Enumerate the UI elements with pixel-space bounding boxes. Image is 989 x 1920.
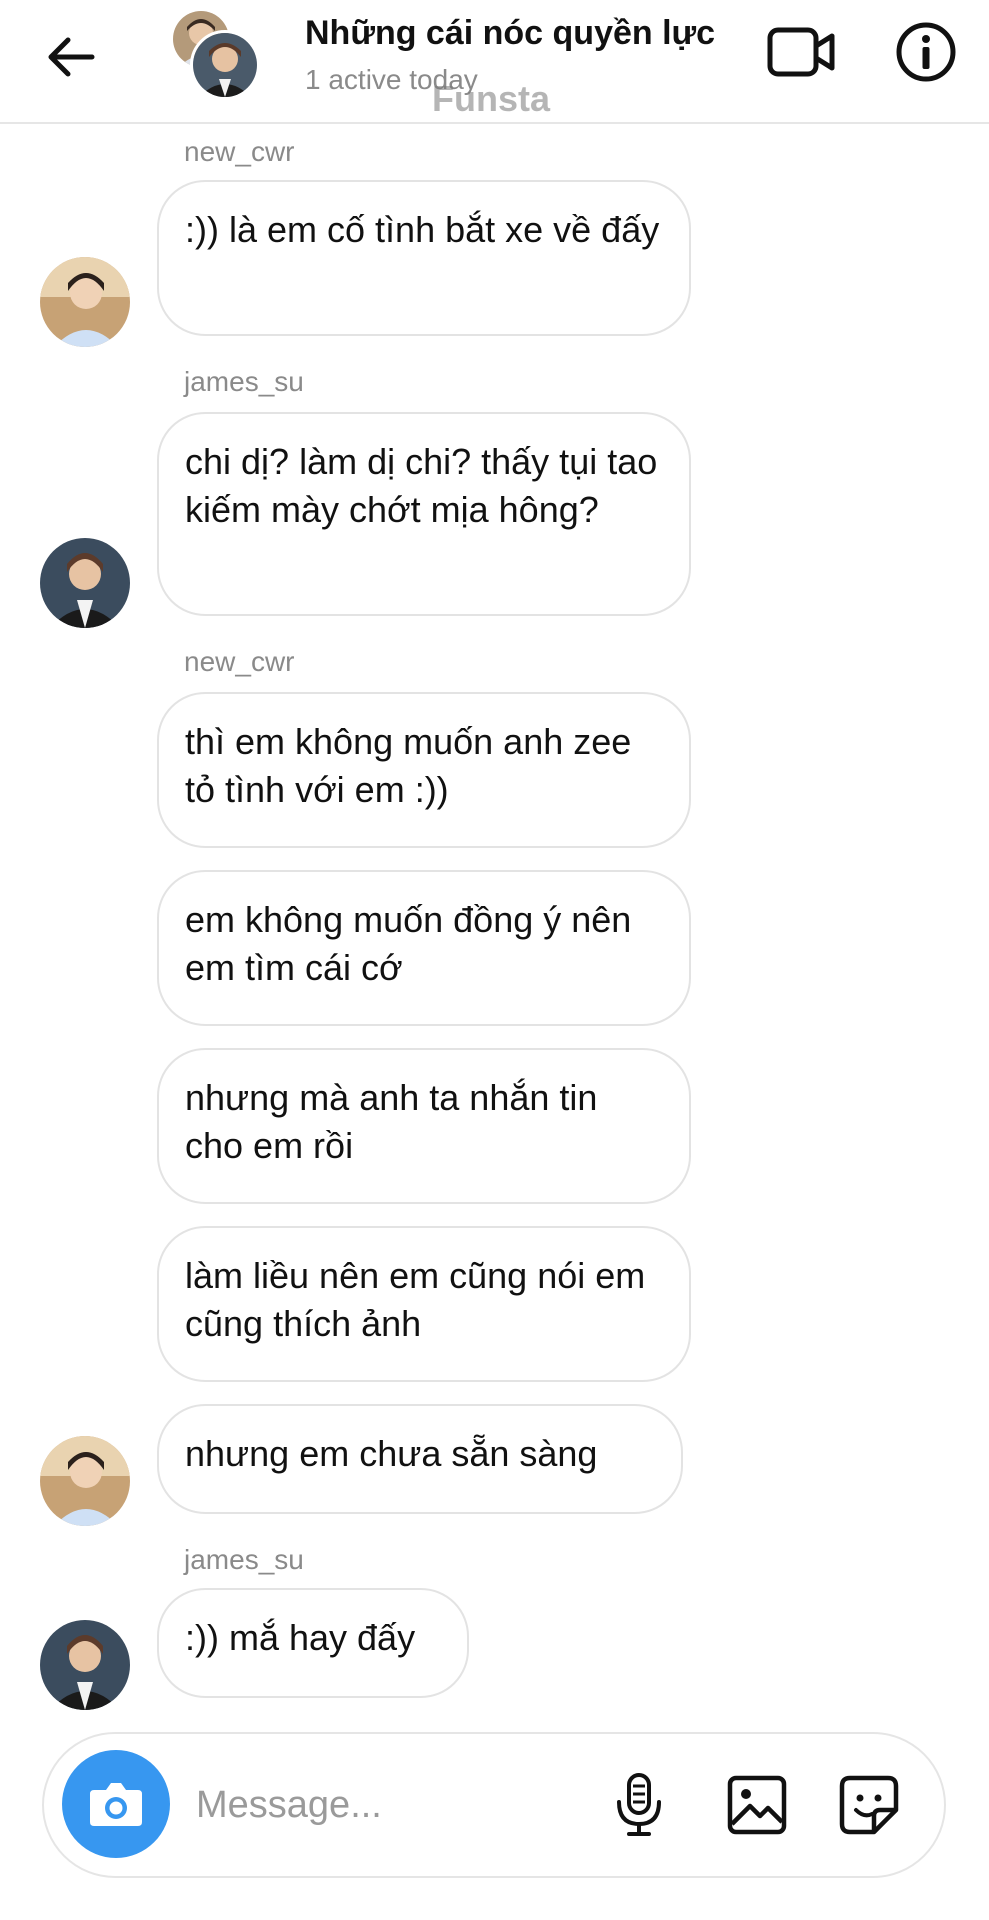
camera-icon <box>62 1750 170 1858</box>
chat-header: Những cái nóc quyền lực 1 active today F… <box>0 0 989 124</box>
gallery-button[interactable] <box>726 1774 788 1836</box>
message-bubble[interactable]: nhưng em chưa sẵn sàng <box>157 1404 683 1514</box>
message-bubble[interactable]: chi dị? làm dị chi? thấy tụi tao kiếm mà… <box>157 412 691 616</box>
video-camera-icon <box>766 22 838 82</box>
avatar-james-su[interactable] <box>40 1620 130 1710</box>
sender-name: james_su <box>184 366 304 397</box>
microphone-button[interactable] <box>612 1772 666 1838</box>
watermark-text: Funsta <box>432 78 551 119</box>
sender-name: james_su <box>184 1544 304 1575</box>
message-bubble[interactable]: :)) là em cố tình bắt xe về đấy <box>157 180 691 336</box>
image-icon <box>726 1774 788 1836</box>
camera-button[interactable] <box>62 1750 170 1858</box>
sender-name: new_cwr <box>184 136 295 167</box>
group-avatar-photo-2 <box>190 30 260 100</box>
video-call-button[interactable] <box>766 22 838 82</box>
sticker-icon <box>838 1774 900 1836</box>
chat-title[interactable]: Những cái nóc quyền lực <box>305 14 725 53</box>
back-button[interactable] <box>44 30 98 84</box>
microphone-icon <box>612 1772 666 1838</box>
sticker-button[interactable] <box>838 1774 900 1836</box>
message-bubble[interactable]: nhưng mà anh ta nhắn tin cho em rồi <box>157 1048 691 1204</box>
sender-name: new_cwr <box>184 646 295 677</box>
info-button[interactable] <box>894 20 958 84</box>
message-bubble[interactable]: thì em không muốn anh zee tỏ tình với em… <box>157 692 691 848</box>
message-input[interactable] <box>196 1770 616 1840</box>
info-circle-icon <box>894 20 958 84</box>
arrow-left-icon <box>44 30 98 84</box>
chat-screen: Những cái nóc quyền lực 1 active today F… <box>0 0 989 1920</box>
message-bubble[interactable]: làm liều nên em cũng nói em cũng thích ả… <box>157 1226 691 1382</box>
avatar-new-cwr[interactable] <box>40 257 130 347</box>
message-bubble[interactable]: :)) mắ hay đấy <box>157 1588 469 1698</box>
avatar-new-cwr[interactable] <box>40 1436 130 1526</box>
group-avatar[interactable] <box>170 8 262 100</box>
avatar-james-su[interactable] <box>40 538 130 628</box>
message-bubble[interactable]: em không muốn đồng ý nên em tìm cái cớ <box>157 870 691 1026</box>
message-composer <box>42 1732 946 1878</box>
